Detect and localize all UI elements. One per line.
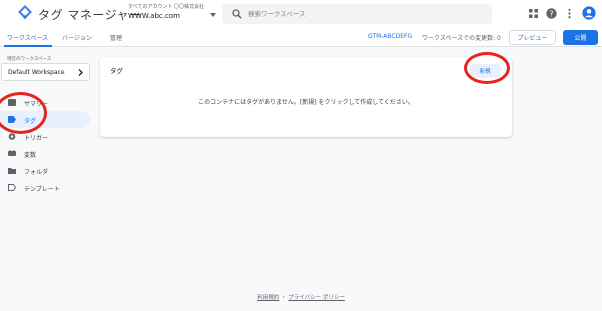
- account-label: すべてのアカウント 〇〇株式会社: [128, 4, 205, 10]
- chevron-down-icon[interactable]: [210, 13, 216, 17]
- top-bar: タグ マネージャー すべてのアカウント 〇〇株式会社 WWW.abc.com ?: [0, 0, 602, 28]
- sidebar-item-label: 変数: [24, 152, 37, 159]
- preview-button[interactable]: プレビュー: [509, 30, 556, 45]
- active-tab-indicator: [4, 45, 52, 47]
- app-title: タグ マネージャー: [38, 8, 142, 22]
- sidebar-item-templates[interactable]: テンプレート: [0, 179, 90, 196]
- sidebar-item-label: サマリー: [24, 101, 49, 108]
- summary-icon: [8, 99, 16, 106]
- new-tag-button[interactable]: 新規: [470, 64, 500, 78]
- folder-icon: [8, 168, 16, 174]
- trigger-icon: [8, 133, 16, 140]
- search-bar[interactable]: [222, 4, 492, 24]
- tab-workspace[interactable]: ワークスペース: [7, 33, 48, 42]
- workspace-selector[interactable]: Default Workspace: [1, 63, 90, 81]
- help-icon[interactable]: ?: [546, 8, 557, 19]
- apps-grid-icon[interactable]: [528, 8, 539, 19]
- workspace-label: 現在のワークスペース: [7, 57, 52, 62]
- tab-versions[interactable]: バージョン: [62, 33, 92, 42]
- chevron-right-icon: [78, 69, 83, 76]
- footer: 利用規約 ・ プライバシー ポリシー: [0, 293, 602, 301]
- more-vert-icon[interactable]: [564, 8, 575, 19]
- account-circle-icon[interactable]: [582, 6, 596, 20]
- empty-state-message: このコンテナにはタグがありません。[新規] をクリックして作成してください。: [198, 99, 414, 106]
- template-icon: [8, 184, 16, 191]
- svg-text:?: ?: [549, 9, 553, 18]
- workspace-changes: ワークスペースでの変更数: 0: [422, 35, 501, 42]
- search-icon: [232, 9, 242, 19]
- account-container-switcher[interactable]: すべてのアカウント 〇〇株式会社 WWW.abc.com: [128, 3, 214, 20]
- container-domain: WWW.abc.com: [128, 12, 180, 20]
- tab-admin[interactable]: 管理: [110, 33, 122, 42]
- tags-card: タグ 新規 このコンテナにはタグがありません。[新規] をクリックして作成してく…: [100, 57, 512, 137]
- sidebar-item-folders[interactable]: フォルダ: [0, 162, 90, 179]
- sidebar-item-label: フォルダ: [24, 169, 49, 176]
- publish-button[interactable]: 公開: [563, 30, 598, 45]
- sidebar-item-label: トリガー: [24, 135, 49, 142]
- card-title: タグ: [110, 67, 123, 75]
- footer-separator: ・: [280, 295, 287, 301]
- workspace-name: Default Workspace: [8, 69, 65, 76]
- tag-icon: [8, 116, 16, 123]
- privacy-link[interactable]: プライバシー ポリシー: [288, 295, 345, 301]
- container-id[interactable]: GTM-ABCDEFG: [368, 33, 412, 40]
- sidebar-item-label: タグ: [24, 118, 37, 125]
- sidebar-item-triggers[interactable]: トリガー: [0, 128, 90, 145]
- variable-icon: [8, 150, 16, 156]
- search-input[interactable]: [248, 7, 488, 21]
- gtm-logo-icon[interactable]: [18, 5, 32, 19]
- sidebar-item-variables[interactable]: 変数: [0, 145, 90, 162]
- sidebar-item-summary[interactable]: サマリー: [0, 94, 90, 111]
- sidebar-item-tags[interactable]: タグ: [0, 111, 90, 128]
- terms-link[interactable]: 利用規約: [257, 295, 279, 301]
- sidebar-item-label: テンプレート: [24, 186, 60, 193]
